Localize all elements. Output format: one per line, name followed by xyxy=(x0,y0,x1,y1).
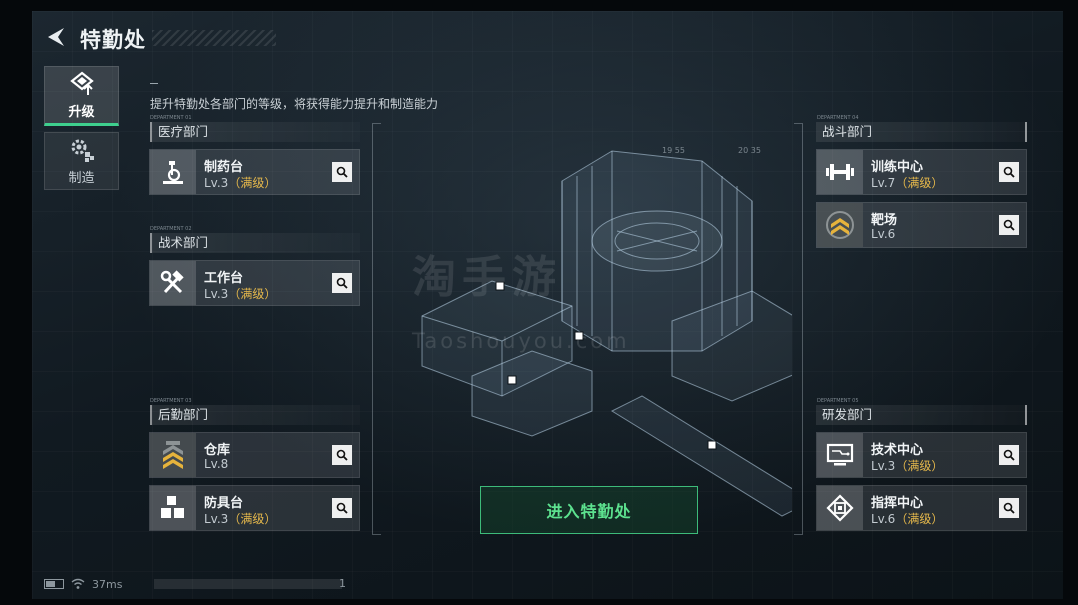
icon-box xyxy=(150,150,196,194)
facility-card-command-center[interactable]: 指挥中心 Lv.6（满级） xyxy=(816,485,1027,531)
search-icon[interactable] xyxy=(332,162,352,182)
page-title: 特勤处 xyxy=(80,28,146,52)
search-icon[interactable] xyxy=(999,162,1019,182)
chip-icon xyxy=(826,494,854,522)
hud-readout-left: 19 55 xyxy=(662,146,685,155)
search-icon[interactable] xyxy=(332,445,352,465)
game-screen: 特勤处 升级 制造 提升特勤处各部门的等级，将获得能力提升和制造能力 淘手游 T… xyxy=(32,11,1063,599)
facility-card-armor-bench[interactable]: 防具台 Lv.3（满级） xyxy=(149,485,360,531)
facility-level: Lv.3（满级） xyxy=(204,512,277,526)
target-chevron-icon xyxy=(826,211,854,239)
left-frame-bracket xyxy=(372,123,381,535)
section-header-medical: 医疗部门 xyxy=(150,122,360,142)
tab-upgrade[interactable]: 升级 xyxy=(44,66,119,126)
search-icon[interactable] xyxy=(999,445,1019,465)
hammer-wrench-icon xyxy=(160,270,184,294)
hud-readout-right: 20 35 xyxy=(738,146,761,155)
facility-name: 技术中心 xyxy=(871,443,924,458)
facility-level: Lv.6（满级） xyxy=(871,512,944,526)
search-icon[interactable] xyxy=(999,498,1019,518)
microscope-icon xyxy=(163,161,183,184)
right-frame-bracket xyxy=(794,123,803,535)
search-icon[interactable] xyxy=(332,498,352,518)
status-bar: 37ms xyxy=(44,576,122,592)
facility-level: Lv.7（满级） xyxy=(871,176,944,190)
facility-name: 靶场 xyxy=(871,213,898,228)
icon-box xyxy=(817,433,863,477)
wifi-icon xyxy=(71,578,85,589)
icon-box xyxy=(817,486,863,530)
facility-level: Lv.3（满级） xyxy=(204,176,277,190)
facility-level: Lv.3（满级） xyxy=(204,287,277,301)
dumbbell-icon xyxy=(826,164,854,180)
page-indicator: 1 xyxy=(339,577,346,590)
facility-name: 工作台 xyxy=(204,271,244,286)
watermark-url: Taoshouyou.com xyxy=(412,329,630,353)
department-code: DEPARTMENT 04 xyxy=(817,115,859,121)
ping-readout: 37ms xyxy=(92,577,123,591)
watermark-logo: 淘手游 xyxy=(412,252,562,303)
facility-card-tech-center[interactable]: 技术中心 Lv.3（满级） xyxy=(816,432,1027,478)
facility-name: 防具台 xyxy=(204,496,244,511)
department-code: DEPARTMENT 03 xyxy=(150,398,192,404)
icon-box xyxy=(817,203,863,247)
search-icon[interactable] xyxy=(332,273,352,293)
section-header-research: 研发部门 xyxy=(816,405,1027,425)
divider-dash xyxy=(150,83,158,84)
section-header-tactical: 战术部门 xyxy=(150,233,360,253)
facility-name: 训练中心 xyxy=(871,160,924,175)
back-arrow-icon[interactable] xyxy=(44,25,68,49)
facility-name: 制药台 xyxy=(204,160,244,175)
facility-card-training-center[interactable]: 训练中心 Lv.7（满级） xyxy=(816,149,1027,195)
facility-card-pharmacy[interactable]: 制药台 Lv.3（满级） xyxy=(149,149,360,195)
info-bar xyxy=(154,579,342,589)
enter-facility-button[interactable]: 进入特勤处 xyxy=(480,486,698,534)
facility-card-shooting-range[interactable]: 靶场 Lv.6 xyxy=(816,202,1027,248)
battery-icon xyxy=(44,579,64,589)
facility-3d-model xyxy=(421,150,792,517)
cubes-icon xyxy=(161,496,184,518)
department-code: DEPARTMENT 01 xyxy=(150,115,192,121)
chevron-rank-icon xyxy=(163,441,183,469)
department-code: DEPARTMENT 05 xyxy=(817,398,859,404)
facility-level: Lv.3（满级） xyxy=(871,459,944,473)
upgrade-icon xyxy=(69,71,94,95)
facility-level: Lv.8 xyxy=(204,457,229,471)
facility-card-warehouse[interactable]: 仓库 Lv.8 xyxy=(149,432,360,478)
facility-card-workbench[interactable]: 工作台 Lv.3（满级） xyxy=(149,260,360,306)
facility-name: 仓库 xyxy=(204,443,231,458)
tab-upgrade-label: 升级 xyxy=(68,104,95,120)
section-header-logistics: 后勤部门 xyxy=(150,405,360,425)
icon-box xyxy=(817,150,863,194)
search-icon[interactable] xyxy=(999,215,1019,235)
manufacture-gear-icon xyxy=(71,139,94,162)
facility-name: 指挥中心 xyxy=(871,496,924,511)
icon-box xyxy=(150,433,196,477)
page-subtitle: 提升特勤处各部门的等级，将获得能力提升和制造能力 xyxy=(150,97,439,111)
icon-box xyxy=(150,486,196,530)
title-hatch-decoration xyxy=(152,30,276,46)
department-code: DEPARTMENT 02 xyxy=(150,226,192,232)
monitor-circuit-icon xyxy=(826,443,854,466)
section-header-combat: 战斗部门 xyxy=(816,122,1027,142)
icon-box xyxy=(150,261,196,305)
tab-manufacture[interactable]: 制造 xyxy=(44,132,119,190)
tab-manufacture-label: 制造 xyxy=(68,170,95,186)
facility-level: Lv.6 xyxy=(871,227,896,241)
